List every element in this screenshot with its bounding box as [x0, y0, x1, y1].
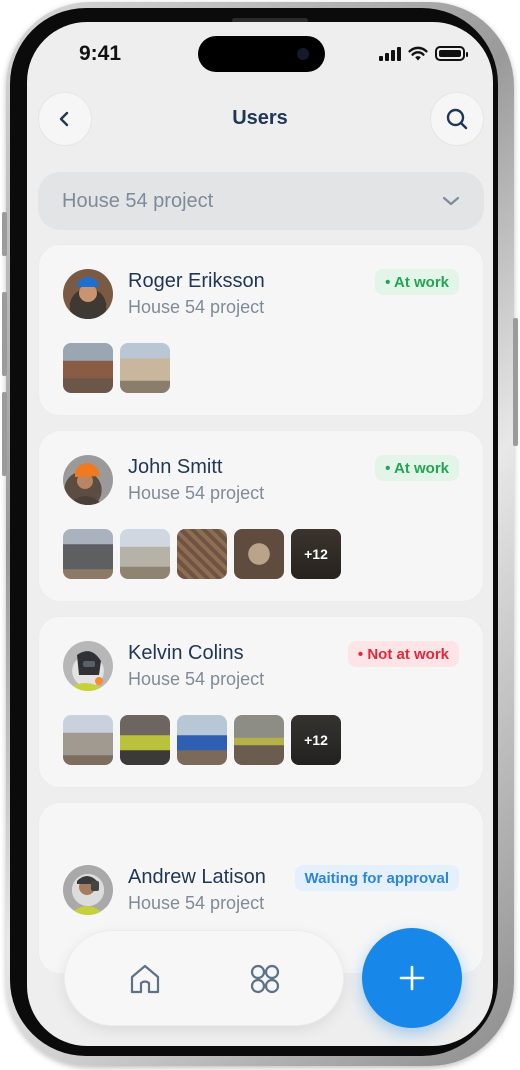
search-button[interactable] — [430, 92, 484, 146]
construction-photo[interactable] — [63, 715, 113, 765]
more-photos-count: +12 — [291, 715, 341, 765]
avatar — [63, 269, 113, 319]
construction-photo-more[interactable]: +12 — [291, 715, 341, 765]
project-select[interactable]: House 54 project — [38, 172, 484, 230]
construction-photo[interactable] — [63, 343, 113, 393]
volume-down-button — [2, 392, 7, 476]
status-badge: • Not at work — [347, 641, 459, 667]
user-project: House 54 project — [128, 893, 265, 913]
status-time: 9:41 — [79, 42, 122, 65]
power-button — [513, 318, 518, 446]
wifi-icon — [408, 46, 428, 61]
construction-photo[interactable] — [120, 715, 170, 765]
add-user-button[interactable] — [362, 928, 462, 1028]
project-select-value: House 54 project — [62, 189, 214, 212]
construction-photo-more[interactable]: +12 — [291, 529, 341, 579]
construction-photo[interactable] — [234, 715, 284, 765]
status-badge: Waiting for approval — [294, 865, 459, 891]
dynamic-island — [198, 36, 325, 72]
status-badge: • At work — [375, 455, 459, 481]
construction-photo[interactable] — [120, 529, 170, 579]
user-project: House 54 project — [128, 297, 265, 317]
apps-grid-icon — [250, 964, 280, 994]
more-photos-count: +12 — [291, 529, 341, 579]
user-card[interactable]: Kelvin Colins House 54 project • Not at … — [38, 616, 484, 788]
construction-photo[interactable] — [120, 343, 170, 393]
construction-photo[interactable] — [177, 715, 227, 765]
page-title: Users — [232, 107, 288, 129]
photo-strip — [63, 343, 170, 393]
user-card[interactable]: Roger Eriksson House 54 project • At wor… — [38, 244, 484, 416]
user-project: House 54 project — [128, 483, 265, 503]
user-project: House 54 project — [128, 669, 265, 689]
camera-icon — [297, 48, 309, 60]
photo-strip: +12 — [63, 529, 341, 579]
user-name: Roger Eriksson — [128, 270, 265, 292]
user-name: Kelvin Colins — [128, 642, 244, 664]
app-screen: 9:41 Users House 54 project Roger Erikss… — [27, 22, 493, 1046]
status-icons — [379, 46, 468, 61]
user-card[interactable]: John Smitt House 54 project • At work +1… — [38, 430, 484, 602]
avatar — [63, 455, 113, 505]
construction-photo[interactable] — [177, 529, 227, 579]
user-name: John Smitt — [128, 456, 223, 478]
home-icon — [130, 964, 160, 994]
status-badge: • At work — [375, 269, 459, 295]
cellular-signal-icon — [379, 46, 401, 61]
avatar — [63, 641, 113, 691]
nav-apps[interactable] — [247, 961, 283, 997]
volume-up-button — [2, 292, 7, 376]
nav-home[interactable] — [127, 961, 163, 997]
user-name: Andrew Latison — [128, 866, 266, 888]
construction-photo[interactable] — [234, 529, 284, 579]
bottom-navigation — [64, 930, 344, 1026]
battery-icon — [435, 46, 468, 61]
photo-strip: +12 — [63, 715, 341, 765]
chevron-down-icon — [442, 196, 460, 206]
avatar — [63, 865, 113, 915]
construction-photo[interactable] — [63, 529, 113, 579]
action-button — [2, 212, 7, 256]
plus-icon — [399, 965, 425, 991]
search-icon — [446, 108, 468, 130]
